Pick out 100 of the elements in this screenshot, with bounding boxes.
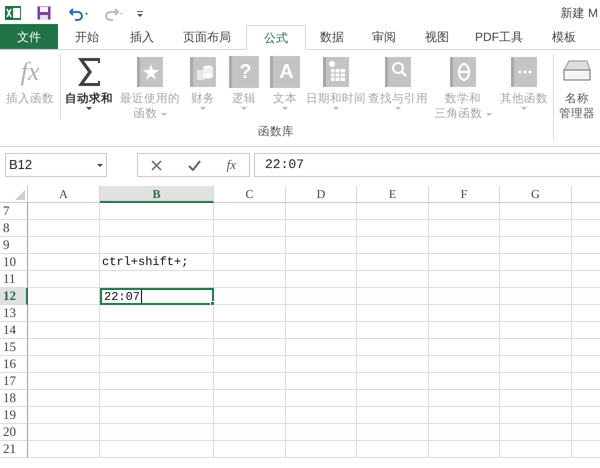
table-cell[interactable]: [28, 424, 100, 441]
table-cell[interactable]: [28, 203, 100, 220]
table-cell[interactable]: [286, 407, 357, 424]
ribbon-tab[interactable]: 模板: [534, 24, 594, 49]
table-cell[interactable]: [500, 356, 572, 373]
ribbon-button[interactable]: 自动求和: [61, 50, 117, 122]
table-cell[interactable]: [357, 424, 429, 441]
table-cell[interactable]: [429, 441, 500, 458]
table-cell[interactable]: [100, 220, 214, 237]
table-cell[interactable]: [357, 373, 429, 390]
table-cell[interactable]: [357, 237, 429, 254]
table-cell[interactable]: [214, 424, 286, 441]
table-cell[interactable]: [357, 254, 429, 271]
row-header[interactable]: 21: [0, 441, 28, 458]
table-cell[interactable]: [357, 339, 429, 356]
row-header[interactable]: 10: [0, 254, 28, 271]
table-cell[interactable]: [28, 237, 100, 254]
table-cell[interactable]: [214, 356, 286, 373]
table-cell[interactable]: [28, 390, 100, 407]
table-cell[interactable]: [286, 339, 357, 356]
table-cell[interactable]: [500, 424, 572, 441]
table-cell[interactable]: [28, 305, 100, 322]
table-cell[interactable]: [100, 373, 214, 390]
table-cell[interactable]: [429, 407, 500, 424]
table-cell[interactable]: [286, 322, 357, 339]
table-cell[interactable]: [214, 288, 286, 305]
table-cell[interactable]: [286, 424, 357, 441]
row-header[interactable]: 8: [0, 220, 28, 237]
table-cell[interactable]: [429, 356, 500, 373]
table-cell[interactable]: [100, 441, 214, 458]
table-cell[interactable]: [214, 441, 286, 458]
column-header[interactable]: E: [357, 186, 429, 203]
table-cell[interactable]: [500, 390, 572, 407]
table-cell[interactable]: [100, 322, 214, 339]
table-cell[interactable]: [500, 339, 572, 356]
table-cell[interactable]: [286, 271, 357, 288]
table-cell[interactable]: [357, 220, 429, 237]
name-box[interactable]: B12: [5, 153, 107, 177]
insert-function-icon[interactable]: fx: [226, 155, 236, 175]
table-cell[interactable]: [500, 322, 572, 339]
table-cell[interactable]: [357, 305, 429, 322]
table-cell[interactable]: [500, 407, 572, 424]
table-cell[interactable]: [357, 271, 429, 288]
table-cell[interactable]: [214, 322, 286, 339]
column-header[interactable]: C: [214, 186, 286, 203]
table-cell[interactable]: [500, 220, 572, 237]
row-header[interactable]: 7: [0, 203, 28, 220]
table-cell[interactable]: [286, 203, 357, 220]
table-cell[interactable]: ctrl+shift+;: [100, 254, 214, 271]
table-cell[interactable]: [28, 441, 100, 458]
ribbon-tab[interactable]: 开始: [58, 24, 116, 49]
table-cell[interactable]: [214, 373, 286, 390]
table-cell[interactable]: [214, 407, 286, 424]
table-cell[interactable]: [286, 356, 357, 373]
table-cell[interactable]: [214, 254, 286, 271]
table-cell[interactable]: [100, 305, 214, 322]
table-cell[interactable]: [286, 390, 357, 407]
table-cell[interactable]: [100, 271, 214, 288]
row-header[interactable]: 19: [0, 407, 28, 424]
row-header[interactable]: 20: [0, 424, 28, 441]
table-cell[interactable]: [28, 356, 100, 373]
table-cell[interactable]: [357, 203, 429, 220]
ribbon-tab[interactable]: 数据: [306, 24, 358, 49]
table-cell[interactable]: [28, 322, 100, 339]
table-cell[interactable]: [100, 339, 214, 356]
file-tab[interactable]: 文件: [0, 24, 58, 49]
select-all-corner[interactable]: [0, 186, 28, 203]
table-cell[interactable]: [214, 220, 286, 237]
table-cell[interactable]: [429, 203, 500, 220]
row-header[interactable]: 13: [0, 305, 28, 322]
ribbon-tab[interactable]: 公式: [246, 25, 306, 50]
table-cell[interactable]: [214, 305, 286, 322]
table-cell[interactable]: [429, 322, 500, 339]
table-cell[interactable]: [214, 339, 286, 356]
table-cell[interactable]: [429, 390, 500, 407]
table-cell[interactable]: [286, 220, 357, 237]
table-cell[interactable]: [429, 339, 500, 356]
fill-handle[interactable]: [210, 301, 215, 306]
table-cell[interactable]: [100, 203, 214, 220]
table-cell[interactable]: [28, 339, 100, 356]
table-cell[interactable]: [429, 288, 500, 305]
table-cell[interactable]: [214, 390, 286, 407]
table-cell[interactable]: [500, 441, 572, 458]
table-cell[interactable]: [100, 390, 214, 407]
table-cell[interactable]: [214, 203, 286, 220]
table-cell[interactable]: [357, 390, 429, 407]
table-cell[interactable]: [28, 254, 100, 271]
ribbon-tab[interactable]: 审阅: [358, 24, 410, 49]
checkmark-icon[interactable]: [188, 160, 201, 170]
row-header[interactable]: 14: [0, 322, 28, 339]
table-cell[interactable]: [286, 288, 357, 305]
table-cell[interactable]: [214, 271, 286, 288]
table-cell[interactable]: [500, 271, 572, 288]
row-header[interactable]: 9: [0, 237, 28, 254]
table-cell[interactable]: [28, 220, 100, 237]
ribbon-tab[interactable]: 页面布局: [168, 24, 246, 49]
table-cell[interactable]: [500, 305, 572, 322]
ribbon-button[interactable]: 名称 管理器: [554, 50, 600, 122]
table-cell[interactable]: [429, 220, 500, 237]
row-header[interactable]: 18: [0, 390, 28, 407]
